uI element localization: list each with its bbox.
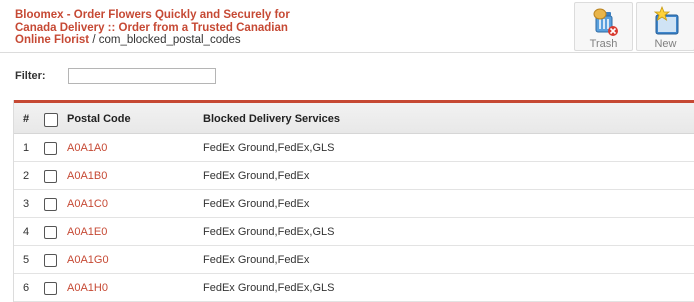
postal-code-link[interactable]: A0A1E0	[67, 218, 107, 246]
new-button[interactable]: New	[636, 2, 694, 51]
row-number: 5	[23, 254, 30, 266]
row-number: 1	[23, 142, 30, 154]
column-header-number: #	[23, 113, 30, 125]
row-checkbox[interactable]	[44, 254, 57, 267]
row-checkbox[interactable]	[44, 226, 57, 239]
filter-label: Filter:	[15, 70, 46, 82]
postal-code-link[interactable]: A0A1G0	[67, 246, 109, 274]
table-row: 6 A0A1H0 FedEx Ground,FedEx,GLS	[14, 274, 694, 302]
column-header-postal-code[interactable]: Postal Code	[67, 103, 131, 135]
row-checkbox[interactable]	[44, 142, 57, 155]
postal-code-link[interactable]: A0A1A0	[67, 134, 107, 162]
table-row: 2 A0A1B0 FedEx Ground,FedEx	[14, 162, 694, 190]
breadcrumb-separator: /	[89, 34, 99, 46]
new-item-icon	[653, 6, 679, 35]
table-row: 4 A0A1E0 FedEx Ground,FedEx,GLS	[14, 218, 694, 246]
table-row: 1 A0A1A0 FedEx Ground,FedEx,GLS	[14, 134, 694, 162]
blocked-services: FedEx Ground,FedEx,GLS	[203, 142, 335, 154]
row-checkbox[interactable]	[44, 198, 57, 211]
row-number: 3	[23, 198, 30, 210]
postal-code-link[interactable]: A0A1B0	[67, 162, 107, 190]
row-checkbox[interactable]	[44, 282, 57, 295]
filter-input[interactable]	[68, 68, 216, 84]
new-button-label: New	[654, 38, 677, 50]
trash-button[interactable]: Trash	[574, 2, 633, 51]
blocked-services: FedEx Ground,FedEx	[203, 254, 310, 266]
row-number: 2	[23, 170, 30, 182]
row-checkbox[interactable]	[44, 170, 57, 183]
column-header-blocked-services[interactable]: Blocked Delivery Services	[203, 103, 340, 135]
blocked-postal-codes-table: # Postal Code Blocked Delivery Services …	[13, 100, 694, 302]
postal-code-link[interactable]: A0A1H0	[67, 274, 108, 302]
select-all-checkbox[interactable]	[44, 113, 58, 127]
trash-icon	[593, 8, 618, 36]
blocked-services: FedEx Ground,FedEx	[203, 170, 310, 182]
table-header-row: # Postal Code Blocked Delivery Services	[14, 103, 694, 134]
trash-button-label: Trash	[589, 38, 618, 50]
table-row: 5 A0A1G0 FedEx Ground,FedEx	[14, 246, 694, 274]
breadcrumb-current: com_blocked_postal_codes	[98, 34, 241, 46]
breadcrumb: Bloomex - Order Flowers Quickly and Secu…	[15, 9, 305, 47]
blocked-services: FedEx Ground,FedEx	[203, 198, 310, 210]
row-number: 4	[23, 226, 30, 238]
row-number: 6	[23, 282, 30, 294]
blocked-services: FedEx Ground,FedEx,GLS	[203, 282, 335, 294]
table-row: 3 A0A1C0 FedEx Ground,FedEx	[14, 190, 694, 218]
postal-code-link[interactable]: A0A1C0	[67, 190, 108, 218]
page-header: Bloomex - Order Flowers Quickly and Secu…	[0, 0, 694, 53]
blocked-services: FedEx Ground,FedEx,GLS	[203, 226, 335, 238]
